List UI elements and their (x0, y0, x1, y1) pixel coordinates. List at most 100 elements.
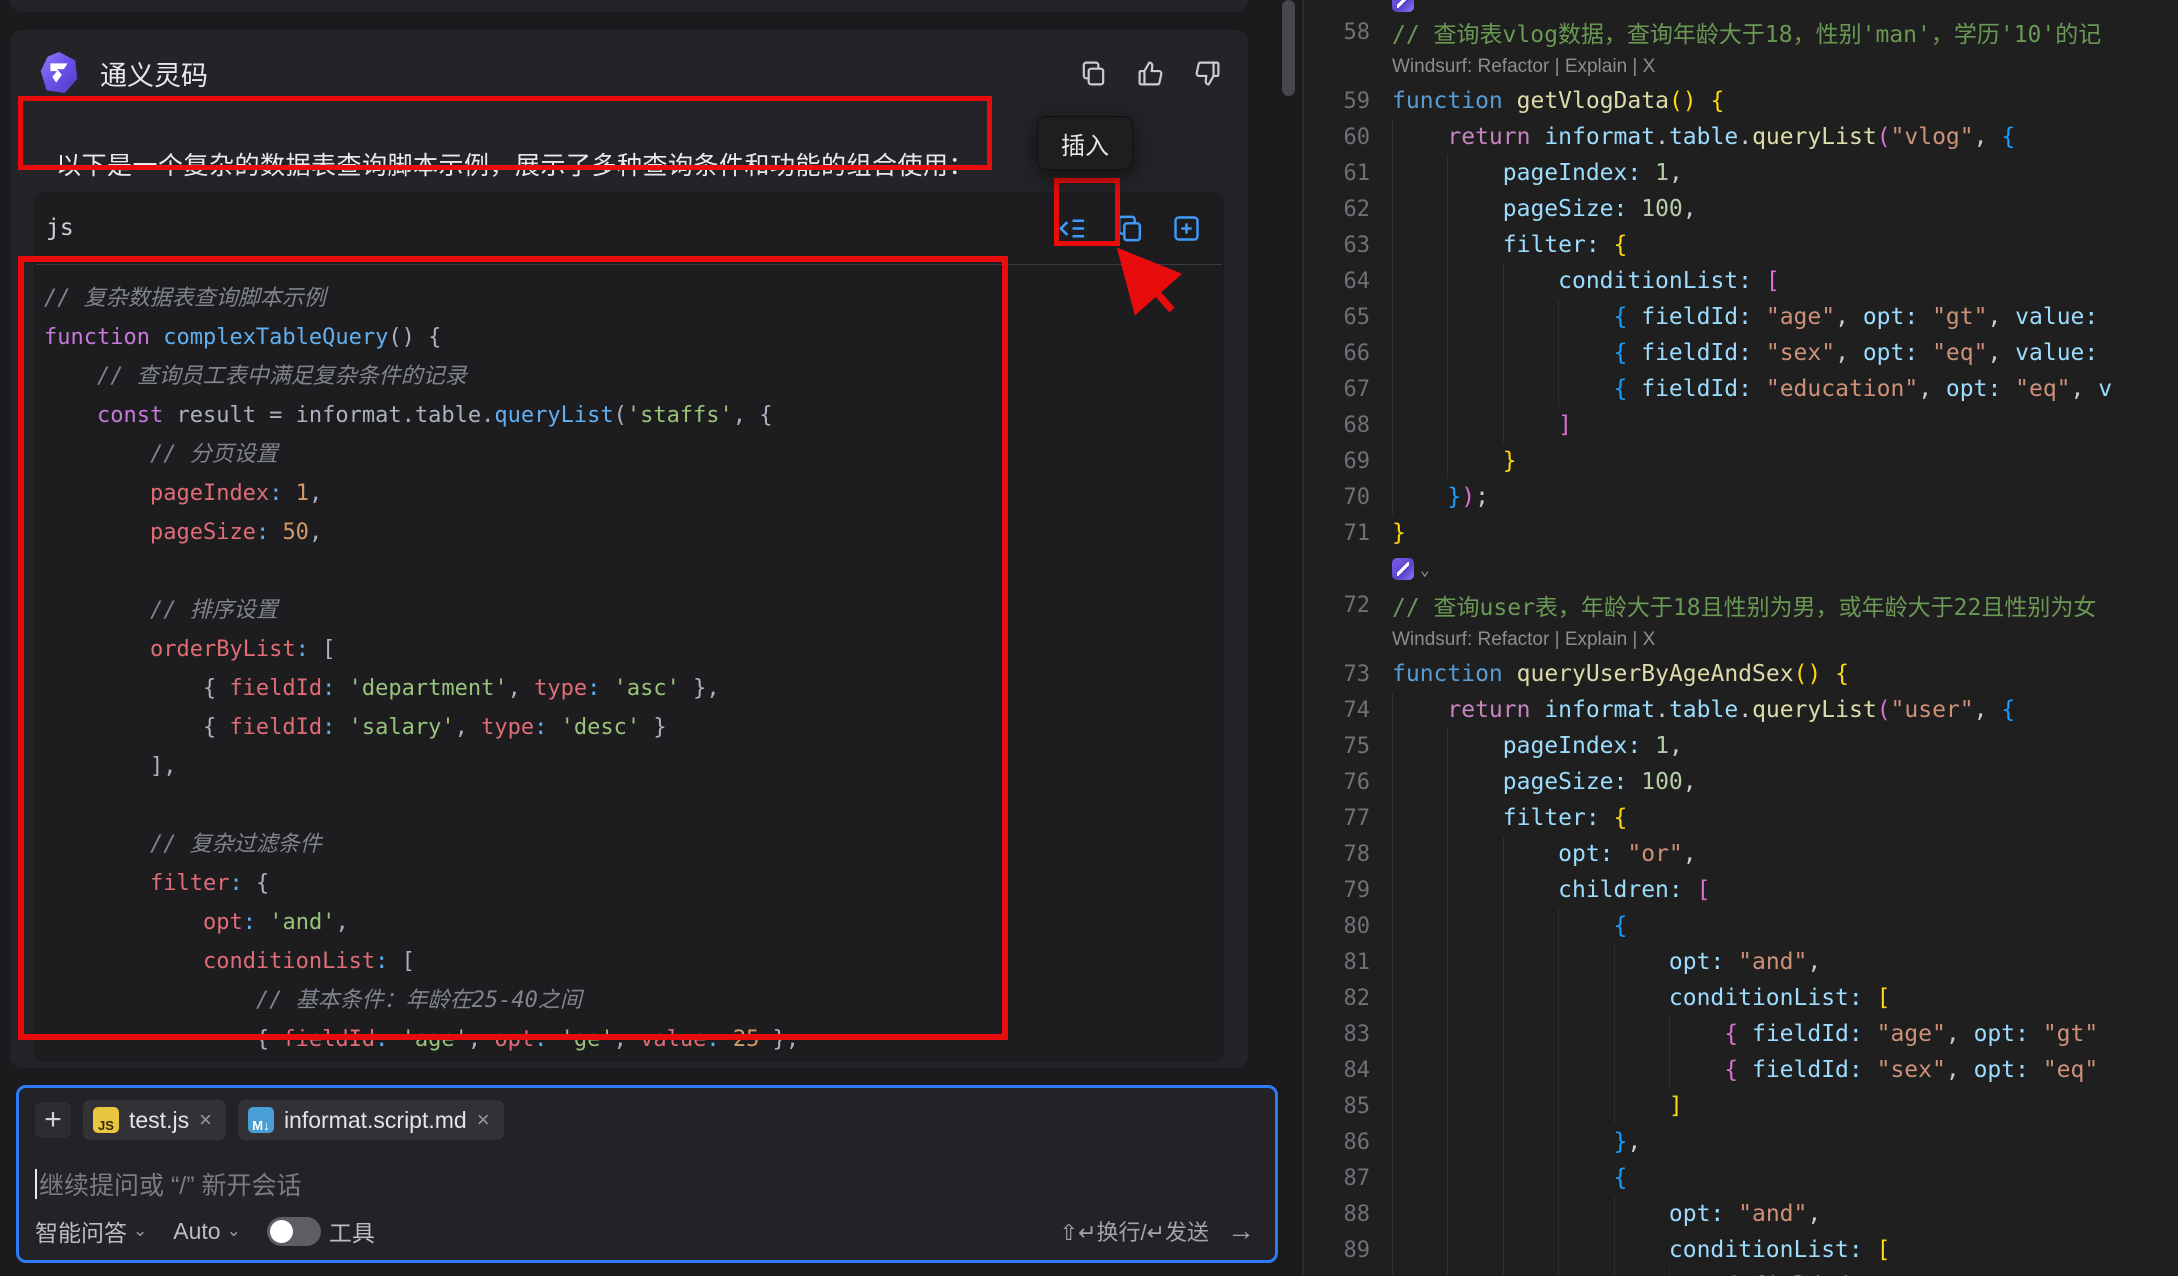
code-line: // 查询员工表中满足复杂条件的记录 (44, 357, 1224, 396)
editor-code-line: 88opt: "and", (1304, 1196, 2178, 1232)
editor-code-line: 62pageSize: 100, (1304, 191, 2178, 227)
tongyi-inline-icon[interactable] (1392, 558, 1414, 580)
code-line: // 复杂过滤条件 (44, 825, 1224, 864)
editor-code-line: 80{ (1304, 908, 2178, 944)
editor-code-line: 84{ fieldId: "sex", opt: "eq" (1304, 1052, 2178, 1088)
markdown-file-icon: M↓ (248, 1107, 274, 1133)
close-icon[interactable]: × (477, 1107, 490, 1133)
editor-code-line: 75pageIndex: 1, (1304, 728, 2178, 764)
context-chip-label: informat.script.md (284, 1107, 467, 1134)
assistant-message-text: 以下是一个复杂的数据表查询脚本示例，展示了多种查询条件和功能的组合使用： (56, 146, 974, 182)
line-number: 64 (1304, 269, 1370, 294)
line-number: 88 (1304, 1202, 1370, 1227)
line-number: 67 (1304, 377, 1370, 402)
add-file-icon[interactable] (1171, 213, 1202, 244)
context-chip-label: test.js (129, 1107, 189, 1134)
line-number: 60 (1304, 125, 1370, 150)
line-number: 63 (1304, 233, 1370, 258)
chat-scrollbar-thumb[interactable] (1282, 0, 1295, 96)
line-number: 74 (1304, 698, 1370, 723)
windsurf-codelens-actions[interactable]: Windsurf: Refactor | Explain | X (1392, 629, 1655, 651)
line-number: 83 (1304, 1022, 1370, 1047)
editor-code-line: 74return informat.table.queryList("user"… (1304, 692, 2178, 728)
toggle-knob (270, 1220, 293, 1243)
mode-label: 智能问答 (35, 1214, 127, 1248)
editor-code-line: 83{ fieldId: "age", opt: "gt" (1304, 1016, 2178, 1052)
line-number: 75 (1304, 734, 1370, 759)
tongyi-lingma-logo-icon (36, 50, 82, 96)
insert-into-editor-icon[interactable] (1057, 213, 1088, 244)
model-dropdown[interactable]: Auto ⌄ (173, 1218, 241, 1245)
code-line: // 复杂数据表查询脚本示例 (44, 279, 1224, 318)
editor-code-line: 67{ fieldId: "education", opt: "eq", v (1304, 371, 2178, 407)
editor-code-line: 65{ fieldId: "age", opt: "gt", value: (1304, 299, 2178, 335)
editor-code-line: 86}, (1304, 1124, 2178, 1160)
line-number: 84 (1304, 1058, 1370, 1083)
line-number: 62 (1304, 197, 1370, 222)
line-number: 66 (1304, 341, 1370, 366)
editor-code-line: 63filter: { (1304, 227, 2178, 263)
chevron-down-icon[interactable]: ⌄ (1420, 560, 1430, 579)
line-number: 81 (1304, 950, 1370, 975)
code-line: orderByList: [ (44, 630, 1224, 669)
chevron-down-icon: ⌄ (227, 1221, 241, 1241)
code-line: { fieldId: 'department', type: 'asc' }, (44, 669, 1224, 708)
editor-code-line: 70}); (1304, 479, 2178, 515)
chevron-down-icon: ⌄ (133, 1221, 147, 1241)
line-number: 77 (1304, 806, 1370, 831)
code-line (44, 786, 1224, 825)
chat-input-box[interactable]: + JS test.js × M↓ informat.script.md × 继… (16, 1085, 1278, 1263)
codelens-row: Windsurf: Refactor | Explain | X (1304, 623, 2178, 656)
code-editor[interactable]: 58// 查询表vlog数据，查询年龄大于18，性别'man'，学历'10'的记… (1304, 0, 2178, 1276)
thumbs-up-icon[interactable] (1136, 59, 1165, 88)
line-number: 70 (1304, 485, 1370, 510)
model-label: Auto (173, 1218, 220, 1245)
editor-code-line: 90{ fieldId: "age", opt: "gt" (1304, 1268, 2178, 1276)
editor-code-line: 66{ fieldId: "sex", opt: "eq", value: (1304, 335, 2178, 371)
code-language-label: js (46, 215, 74, 241)
editor-code-line: 68] (1304, 407, 2178, 443)
editor-code-line: 78opt: "or", (1304, 836, 2178, 872)
code-line: filter: { (44, 864, 1224, 903)
line-number: 76 (1304, 770, 1370, 795)
tools-toggle[interactable] (267, 1217, 321, 1246)
code-line: { fieldId: 'age', opt: 'ge', value: 25 }… (44, 1020, 1224, 1059)
plus-icon: + (44, 1105, 62, 1135)
windsurf-codelens-actions[interactable]: Windsurf: Refactor | Explain | X (1392, 56, 1655, 78)
copy-code-icon[interactable] (1114, 213, 1145, 244)
input-placeholder: 继续提问或 “/” 新开会话 (39, 1166, 302, 1202)
line-number: 80 (1304, 914, 1370, 939)
tongyi-inline-icon (1392, 0, 1414, 12)
context-chip-testjs[interactable]: JS test.js × (83, 1100, 226, 1140)
add-context-button[interactable]: + (35, 1102, 71, 1138)
mode-dropdown[interactable]: 智能问答 ⌄ (35, 1214, 147, 1248)
code-line: conditionList: [ (44, 942, 1224, 981)
line-number: 59 (1304, 89, 1370, 114)
editor-code-line: 71} (1304, 515, 2178, 551)
clipped-inline-ai-icon-row (1304, 0, 2178, 14)
line-number: 87 (1304, 1166, 1370, 1191)
message-input[interactable]: 继续提问或 “/” 新开会话 (35, 1166, 1259, 1202)
send-button[interactable]: → (1227, 1215, 1255, 1247)
code-line: function complexTableQuery() { (44, 318, 1224, 357)
codelens-row: Windsurf: Refactor | Explain | X (1304, 50, 2178, 83)
text-cursor (35, 1169, 37, 1199)
context-chip-informat-script[interactable]: M↓ informat.script.md × (238, 1100, 504, 1140)
editor-code-line: 64conditionList: [ (1304, 263, 2178, 299)
code-block: js // 复杂数据表查询脚本示例function com (34, 192, 1224, 1062)
line-number: 69 (1304, 449, 1370, 474)
code-line: { fieldId: 'salary', type: 'desc' } (44, 708, 1224, 747)
editor-code-line: 79children: [ (1304, 872, 2178, 908)
line-number: 79 (1304, 878, 1370, 903)
send-shortcut-hint: ⇧↵换行/↵发送 (1060, 1215, 1209, 1247)
code-line: // 排序设置 (44, 591, 1224, 630)
assistant-message-card: 通义灵码 以下是一个复杂的数据表查询脚本示例，展示了多种查询条件和功能的组合使用… (10, 30, 1248, 1068)
editor-code-line: 76pageSize: 100, (1304, 764, 2178, 800)
close-icon[interactable]: × (199, 1107, 212, 1133)
copy-response-icon[interactable] (1079, 59, 1108, 88)
code-content: // 复杂数据表查询脚本示例function complexTableQuery… (34, 265, 1224, 1062)
code-line: opt: 'and', (44, 903, 1224, 942)
editor-code-line: 77filter: { (1304, 800, 2178, 836)
thumbs-down-icon[interactable] (1193, 59, 1222, 88)
line-number: 65 (1304, 305, 1370, 330)
